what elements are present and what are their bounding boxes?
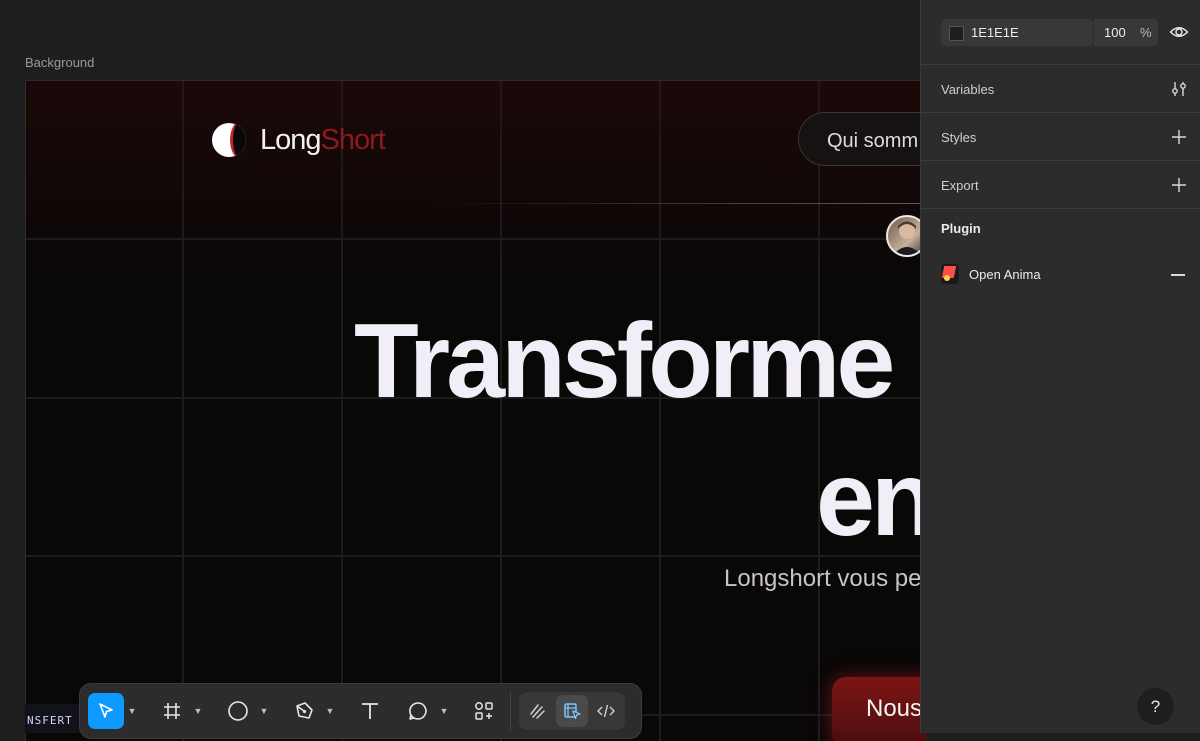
header-divider: [426, 203, 926, 204]
plugin-open-anima[interactable]: Open Anima: [941, 264, 1041, 284]
ellipse-icon: [228, 701, 248, 721]
bottom-toolbar: ▼ ▼ ▼ ▼ ▼: [79, 683, 642, 739]
eye-icon[interactable]: [1169, 22, 1189, 42]
hero-heading-line-1: Transforme d: [354, 302, 926, 420]
variables-section[interactable]: Variables: [921, 64, 1200, 113]
sliders-icon[interactable]: [1169, 79, 1189, 99]
export-section[interactable]: Export: [921, 160, 1200, 209]
chevron-down-icon[interactable]: ▼: [190, 706, 206, 716]
toolbar-divider: [510, 691, 511, 731]
chevron-down-icon[interactable]: ▼: [322, 706, 338, 716]
longshort-logo[interactable]: LongShort: [212, 123, 386, 157]
frame-label[interactable]: Background: [25, 55, 94, 70]
comment-icon: [409, 702, 427, 720]
chevron-down-icon[interactable]: ▼: [436, 706, 452, 716]
background-frame[interactable]: LongShort Qui somm Transforme d en Longs…: [25, 80, 926, 741]
fill-hex-value[interactable]: 1E1E1E: [971, 25, 1019, 40]
export-label: Export: [941, 178, 979, 193]
pen-tool-button[interactable]: [286, 693, 322, 729]
header-glow: [26, 81, 926, 271]
plus-icon[interactable]: [1169, 175, 1189, 195]
styles-label: Styles: [941, 130, 977, 145]
hero-heading-line-2: en: [816, 440, 926, 558]
comment-tool-button[interactable]: [400, 693, 436, 729]
fill-opacity-field[interactable]: 100 %: [1093, 19, 1158, 46]
anima-logo-icon: [941, 264, 959, 284]
cta-button[interactable]: Nous: [832, 677, 926, 741]
color-swatch[interactable]: [949, 26, 964, 41]
design-mode-button[interactable]: [556, 695, 588, 727]
draw-icon: [530, 704, 545, 719]
logo-mark-icon: [212, 123, 246, 157]
plugin-divider: [921, 208, 1200, 209]
help-button[interactable]: ?: [1137, 688, 1174, 725]
plugin-section-title: Plugin: [941, 221, 981, 236]
frame-icon: [164, 703, 180, 719]
chevron-down-icon[interactable]: ▼: [124, 706, 140, 716]
fill-color-field[interactable]: 1E1E1E: [941, 19, 1093, 46]
actions-tool-button[interactable]: [466, 693, 502, 729]
opacity-unit: %: [1140, 25, 1152, 40]
pen-icon: [296, 702, 313, 719]
text-tool-button[interactable]: [352, 693, 388, 729]
hero-subtitle: Longshort vous pe: [724, 565, 922, 592]
plus-icon[interactable]: [1169, 127, 1189, 147]
design-icon: [564, 703, 581, 720]
partial-frame-label[interactable]: NSFERT: [25, 704, 85, 733]
styles-section[interactable]: Styles: [921, 112, 1200, 161]
frame-tool-button[interactable]: [154, 693, 190, 729]
shape-tool-button[interactable]: [220, 693, 256, 729]
draw-mode-button[interactable]: [522, 695, 554, 727]
shapes-actions-icon: [475, 702, 493, 720]
mode-switcher: [519, 692, 625, 730]
variables-label: Variables: [941, 82, 995, 97]
plugin-name: Open Anima: [969, 266, 1041, 282]
code-icon: [597, 704, 615, 718]
opacity-value[interactable]: 100: [1104, 25, 1126, 40]
properties-panel: 1E1E1E 100 % Variables Styles Export Plu…: [920, 0, 1200, 733]
logo-text: LongShort: [260, 123, 386, 156]
text-icon: [362, 703, 378, 719]
chevron-down-icon[interactable]: ▼: [256, 706, 272, 716]
minus-icon[interactable]: [1171, 274, 1185, 276]
cursor-icon: [99, 703, 113, 718]
move-tool-button[interactable]: [88, 693, 124, 729]
nav-about-button[interactable]: Qui somm: [798, 112, 926, 166]
dev-mode-button[interactable]: [590, 695, 622, 727]
